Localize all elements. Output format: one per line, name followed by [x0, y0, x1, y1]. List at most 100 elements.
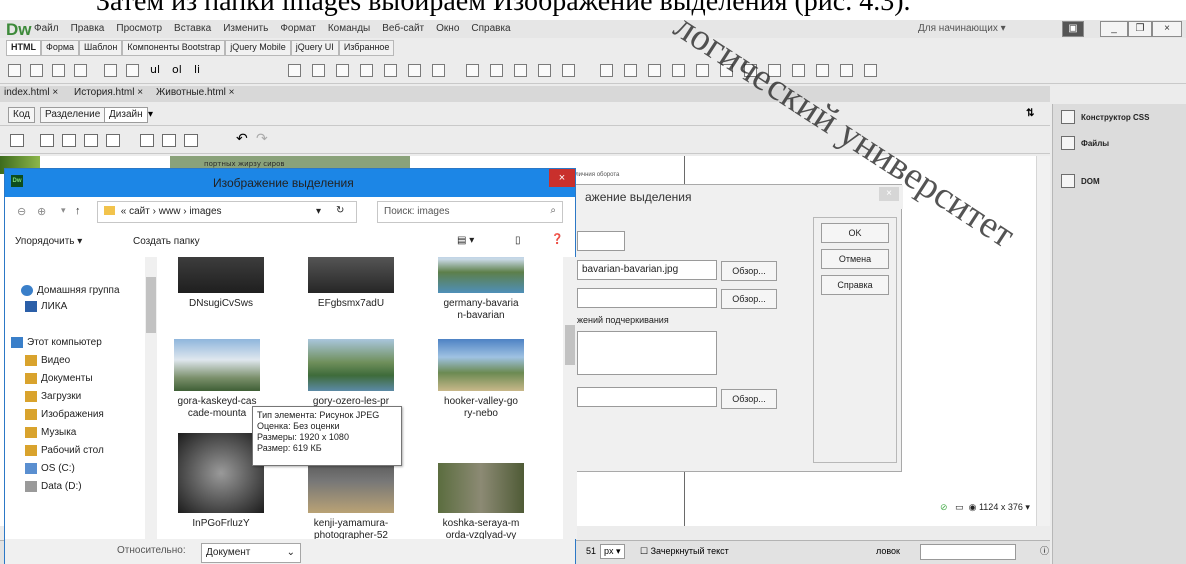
character-icon[interactable] — [864, 64, 877, 77]
ul-icon[interactable]: ul — [150, 63, 160, 76]
menu-site[interactable]: Веб-сайт — [382, 23, 424, 34]
new-folder-button[interactable]: Создать папку — [133, 236, 200, 247]
open-icon[interactable] — [40, 134, 54, 147]
menu-insert[interactable]: Вставка — [174, 23, 211, 34]
path-images[interactable]: images — [189, 206, 221, 217]
address-dropdown-icon[interactable]: ▾ — [316, 206, 321, 217]
files-scrollbar[interactable] — [563, 257, 577, 539]
maximize-button[interactable]: ❐ — [1128, 21, 1152, 37]
tab-form[interactable]: Форма — [41, 40, 80, 56]
new-file-icon[interactable] — [10, 134, 24, 147]
email-icon[interactable] — [490, 64, 503, 77]
download-icon[interactable] — [84, 134, 98, 147]
redo-icon[interactable]: ↷ — [256, 131, 268, 147]
workspace-switcher[interactable]: Для начинающих ▾ — [918, 23, 1006, 34]
relative-select[interactable]: Документ ⌄ — [201, 543, 301, 563]
path-site[interactable]: « сайт — [121, 206, 150, 217]
file-tile[interactable]: EFgbsmx7adU — [303, 257, 399, 310]
cancel-button[interactable]: Отмена — [821, 249, 889, 269]
article-icon[interactable] — [384, 64, 397, 77]
tab-animals[interactable]: Животные.html × — [156, 87, 235, 98]
nav-desktop[interactable]: Рабочий стол — [25, 445, 104, 456]
heading-icon[interactable] — [74, 64, 87, 77]
search-input[interactable]: Поиск: images ⌕ — [377, 201, 563, 223]
menu-modify[interactable]: Изменить — [223, 23, 268, 34]
tab-jquery-ui[interactable]: jQuery UI — [290, 40, 339, 56]
design-view-button[interactable]: Дизайн — [104, 107, 148, 123]
nav-this-pc[interactable]: Этот компьютер — [11, 337, 102, 348]
html5-video-icon[interactable] — [600, 64, 613, 77]
tab-index[interactable]: index.html × — [4, 87, 58, 98]
strike-checkbox[interactable]: ☐ Зачеркнутый текст — [640, 546, 729, 557]
comment-icon[interactable] — [562, 64, 575, 77]
audio-icon[interactable] — [648, 64, 661, 77]
section-icon[interactable] — [408, 64, 421, 77]
menu-file[interactable]: Файл — [34, 23, 59, 34]
bg-field-2[interactable] — [577, 288, 717, 308]
nav-video[interactable]: Видео — [25, 355, 70, 366]
menu-commands[interactable]: Команды — [328, 23, 370, 34]
nav-homegroup[interactable]: Домашняя группа — [21, 285, 120, 296]
view-dropdown-icon[interactable]: ▾ — [148, 109, 153, 120]
nav-downloads[interactable]: Загрузки — [25, 391, 81, 402]
file-tile[interactable]: gory-ozero-les-pr — [303, 339, 399, 408]
flash-icon[interactable] — [672, 64, 685, 77]
tab-jquery-mobile[interactable]: jQuery Mobile — [225, 40, 291, 56]
prop-value[interactable]: 51 — [586, 546, 596, 556]
nav-music[interactable]: Музыка — [25, 427, 76, 438]
image-icon[interactable] — [30, 64, 43, 77]
footer-icon[interactable] — [432, 64, 445, 77]
li-icon[interactable]: li — [194, 63, 200, 76]
aside-icon[interactable] — [360, 64, 373, 77]
file-tile[interactable]: germany-bavaria n-bavarian — [433, 257, 529, 322]
figure-icon[interactable] — [126, 64, 139, 77]
bg-dialog-close-icon[interactable]: × — [879, 187, 899, 201]
up-icon[interactable]: ↑ — [75, 205, 81, 217]
tab-template[interactable]: Шаблон — [79, 40, 123, 56]
minimize-button[interactable]: _ — [1100, 21, 1128, 37]
div-icon[interactable] — [8, 64, 21, 77]
bg-browse-button-2[interactable]: Обзор... — [721, 289, 777, 309]
bg-browse-button-1[interactable]: Обзор... — [721, 261, 777, 281]
layout-icon[interactable]: ▣ — [1062, 21, 1084, 37]
help-icon[interactable]: ⓘ — [1040, 544, 1049, 557]
organize-button[interactable]: Упорядочить ▾ — [15, 236, 82, 247]
canvas-icon[interactable] — [624, 64, 637, 77]
nav-drive-c[interactable]: OS (C:) — [25, 463, 75, 474]
ol-icon[interactable]: ol — [172, 63, 182, 76]
paragraph-icon[interactable] — [52, 64, 65, 77]
address-bar[interactable]: « сайт › www › images ▾ ↻ — [97, 201, 357, 223]
path-www[interactable]: www — [159, 206, 181, 217]
view-options-icon[interactable]: ▤ ▾ — [457, 235, 474, 246]
split-view-button[interactable]: Разделение — [40, 107, 106, 123]
bg-textarea[interactable] — [577, 331, 717, 375]
device-icon[interactable]: ▭ — [955, 502, 964, 512]
bg-file-field[interactable]: bavarian-bavarian.jpg — [577, 260, 717, 280]
code-view-button[interactable]: Код — [8, 107, 36, 123]
history-dropdown-icon[interactable]: ▾ — [61, 205, 66, 216]
forward-icon[interactable]: ⊕ — [37, 205, 46, 218]
animate-icon[interactable] — [696, 64, 709, 77]
back-icon[interactable]: ⊖ — [17, 205, 26, 218]
bg-url-field[interactable] — [577, 231, 625, 251]
menu-edit[interactable]: Правка — [71, 23, 105, 34]
edge-icon[interactable] — [768, 64, 781, 77]
design-scrollbar[interactable] — [1036, 156, 1050, 526]
unit-select[interactable]: px ▾ — [600, 544, 625, 559]
nav-lika[interactable]: ЛИКА — [25, 301, 67, 312]
tab-bootstrap[interactable]: Компоненты Bootstrap — [122, 40, 226, 56]
nav-drive-d[interactable]: Data (D:) — [25, 481, 82, 492]
help-button[interactable]: Справка — [821, 275, 889, 295]
menu-format[interactable]: Формат — [280, 23, 316, 34]
file-dialog-close-icon[interactable]: × — [549, 169, 575, 187]
widget-icon[interactable] — [792, 64, 805, 77]
paste-icon[interactable] — [184, 134, 198, 147]
nav-documents[interactable]: Документы — [25, 373, 93, 384]
files-scroll-thumb[interactable] — [565, 325, 575, 365]
undo-icon[interactable]: ↶ — [236, 131, 248, 147]
template-icon[interactable] — [816, 64, 829, 77]
menu-view[interactable]: Просмотр — [116, 23, 162, 34]
file-tile[interactable]: hooker-valley-go ry-nebo — [433, 339, 529, 420]
cut-icon[interactable] — [140, 134, 154, 147]
plugin-icon[interactable] — [720, 64, 733, 77]
